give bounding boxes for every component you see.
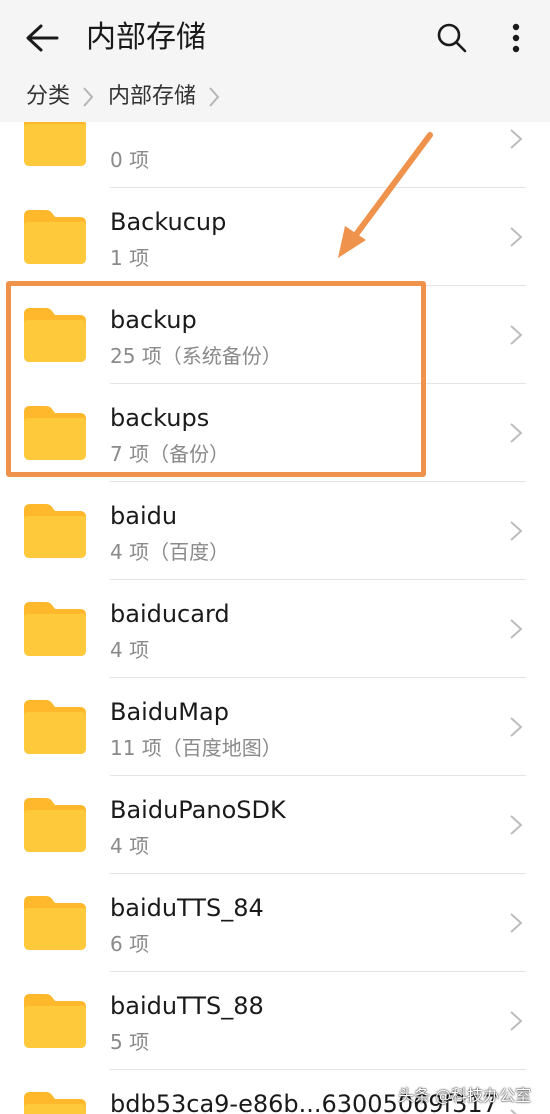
file-item-count: 5 项 [110, 1030, 150, 1054]
file-name: baidu [110, 502, 178, 530]
file-list-item[interactable]: baiduTTS_88 5 项 [0, 972, 550, 1070]
file-list-item[interactable]: baidu 4 项（百度） [0, 482, 550, 580]
search-icon [437, 23, 467, 53]
folder-icon [24, 602, 86, 656]
folder-icon [24, 700, 86, 754]
folder-icon [24, 406, 86, 460]
file-list-item[interactable]: 0 项 [0, 122, 550, 188]
file-list: 0 项 Backucup 1 项 backup 25 项（系统备份） backups 7 项… [0, 122, 550, 1114]
file-item-count: 0 项 [110, 148, 150, 172]
page-title: 内部存储 [86, 20, 206, 55]
folder-icon [24, 210, 86, 264]
back-button[interactable] [20, 16, 64, 60]
folder-icon [24, 122, 86, 166]
file-list-item[interactable]: backups 7 项（备份） [0, 384, 550, 482]
file-item-count: 4 项 [110, 834, 150, 858]
file-list-item[interactable]: baiduTTS_84 6 项 [0, 874, 550, 972]
file-item-count: 11 项（百度地图） [110, 736, 282, 760]
file-name: backups [110, 404, 210, 432]
folder-icon [24, 798, 86, 852]
file-name: Backucup [110, 208, 227, 236]
file-list-item[interactable]: BaiduPanoSDK 4 项 [0, 776, 550, 874]
folder-icon [24, 1092, 86, 1114]
file-list-item[interactable]: backup 25 项（系统备份） [0, 286, 550, 384]
chevron-right-icon [508, 1108, 524, 1114]
folder-icon [24, 896, 86, 950]
breadcrumb-item-internal-storage[interactable]: 内部存储 [108, 82, 196, 112]
file-name: BaiduMap [110, 698, 229, 726]
file-item-count: 4 项 [110, 638, 150, 662]
file-item-count: 6 项 [110, 932, 150, 956]
file-name: baiducard [110, 600, 230, 628]
file-name: BaiduPanoSDK [110, 796, 286, 824]
search-button[interactable] [430, 16, 474, 60]
chevron-right-icon [508, 1010, 524, 1032]
folder-icon [24, 994, 86, 1048]
file-item-count: 7 项（备份） [110, 442, 230, 466]
file-item-count: 1 项 [110, 246, 150, 270]
arrow-left-icon [26, 24, 59, 52]
folder-icon [24, 308, 86, 362]
more-vertical-icon [512, 23, 520, 53]
chevron-right-icon [508, 912, 524, 934]
file-list-item[interactable]: BaiduMap 11 项（百度地图） [0, 678, 550, 776]
breadcrumb-item-category[interactable]: 分类 [26, 82, 70, 112]
chevron-right-icon [82, 86, 94, 108]
breadcrumb: 分类 内部存储 [0, 72, 550, 122]
file-name: baiduTTS_88 [110, 992, 264, 1020]
chevron-right-icon [508, 618, 524, 640]
app-bar: 内部存储 [0, 0, 550, 72]
file-list-item[interactable]: Backucup 1 项 [0, 188, 550, 286]
file-name: backup [110, 306, 197, 334]
file-list-item[interactable]: baiducard 4 项 [0, 580, 550, 678]
chevron-right-icon [508, 422, 524, 444]
file-item-count: 4 项（百度） [110, 540, 230, 564]
file-item-count: 25 项（系统备份） [110, 344, 282, 368]
chevron-right-icon [508, 814, 524, 836]
chevron-right-icon [508, 716, 524, 738]
chevron-right-icon [508, 128, 524, 150]
file-name: baiduTTS_84 [110, 894, 264, 922]
chevron-right-icon [508, 520, 524, 542]
more-options-button[interactable] [496, 16, 536, 60]
chevron-right-icon [508, 226, 524, 248]
chevron-right-icon [208, 86, 220, 108]
folder-icon [24, 504, 86, 558]
watermark: 头条 @科技办公室 [398, 1086, 532, 1105]
chevron-right-icon [508, 324, 524, 346]
